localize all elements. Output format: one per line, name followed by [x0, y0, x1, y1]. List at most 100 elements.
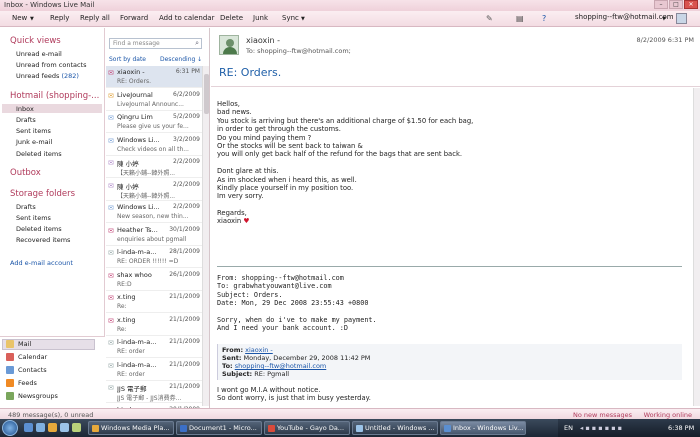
sender-name[interactable]: xiaoxin - [246, 36, 280, 45]
quicklaunch-icon[interactable] [72, 423, 81, 432]
arrow-down-icon[interactable]: ↓ [197, 56, 202, 63]
taskbar-button[interactable]: Windows Media Pla... [88, 421, 174, 435]
message-from: xiaoxin - [117, 68, 145, 76]
message-subject: RE: order [117, 370, 145, 378]
list-item[interactable]: ✉ l-inda-m-a... 21/1/2009 RE: order [106, 359, 202, 381]
account-button[interactable]: shopping--ftw@hotmail.com [575, 13, 674, 21]
list-item[interactable]: ✉ Windows Li... 3/2/2009 Check videos on al… [106, 134, 202, 156]
chevron-down-icon[interactable]: ▼ [30, 16, 34, 22]
envelope-icon: ✉ [108, 271, 114, 280]
envelope-icon: ✉ [108, 136, 114, 145]
storage-folders-heading[interactable]: Storage folders [10, 189, 75, 199]
folder-inbox[interactable]: Inbox [16, 105, 34, 113]
format-icon[interactable]: ▤ [516, 14, 524, 23]
sort-direction-toggle[interactable]: Descending [160, 56, 195, 63]
quoted-from-link[interactable]: xiaoxin - [245, 346, 273, 354]
quick-view-unread-email[interactable]: Unread e-mail [16, 50, 62, 58]
hotmail-account-heading[interactable]: Hotmail (shopping-... [10, 91, 99, 101]
sort-by-dropdown[interactable]: Sort by date [109, 56, 146, 63]
message-from: l-inda-m-a... [117, 248, 157, 256]
nav-mail[interactable]: Mail [6, 340, 31, 348]
nav-calendar[interactable]: Calendar [6, 353, 47, 361]
add-email-account-link[interactable]: Add e-mail account [10, 259, 73, 267]
start-button[interactable] [2, 420, 18, 436]
outbox-heading[interactable]: Outbox [10, 168, 41, 178]
help-icon[interactable]: ? [542, 14, 546, 23]
nav-newsgroups[interactable]: Newsgroups [6, 392, 58, 400]
list-item[interactable]: ✉ Qingru Lim 5/2/2009 Please give us your f… [106, 111, 202, 133]
nav-feeds[interactable]: Feeds [6, 379, 37, 387]
chevron-down-icon[interactable]: ▼ [301, 16, 305, 22]
list-item[interactable]: ✉ Windows Li... 2/2/2009 New season, new th… [106, 201, 202, 223]
folder-junk[interactable]: Junk e-mail [16, 138, 52, 146]
list-scrollbar[interactable] [202, 66, 209, 406]
message-subject: Check videos on all th... [117, 145, 189, 153]
message-date: 21/1/2009 [169, 315, 200, 323]
reading-scrollbar[interactable] [693, 88, 700, 406]
nav-contacts[interactable]: Contacts [6, 366, 47, 374]
taskbar-button[interactable]: Document1 - Micro... [176, 421, 262, 435]
message-date: 5/2/2009 [173, 113, 200, 120]
folder-sent[interactable]: Sent items [16, 127, 51, 135]
folder-deleted[interactable]: Deleted items [16, 150, 62, 158]
folder-drafts[interactable]: Drafts [16, 116, 36, 124]
junk-button[interactable]: Junk [253, 14, 268, 22]
app-icon [444, 425, 451, 432]
list-item[interactable]: ✉ l-inda-m-a... 28/1/2009 RE: ORDER !!!!!! … [106, 246, 202, 268]
list-item[interactable]: ✉ JJS 電子郵 21/1/2009 JJS 電子郵 - JJS消費券... [106, 381, 202, 403]
message-subject: RE: Orders. [219, 66, 282, 79]
new-button[interactable]: New [12, 14, 27, 22]
taskbar-button[interactable]: Inbox - Windows Liv... [440, 421, 526, 435]
list-item[interactable]: ✉ Heather Ts... 30/1/2009 enquiries about p… [106, 224, 202, 246]
search-input[interactable]: Find a message ⌕ [109, 38, 202, 49]
reply-all-button[interactable]: Reply all [80, 14, 110, 22]
list-item[interactable]: ✉ 陳 小婷 2/2/2009 【天籟小鋪--韓外照... [106, 156, 202, 178]
online-status[interactable]: Working online [644, 411, 692, 419]
message-from: LiveJournal [117, 90, 153, 99]
taskbar-button[interactable]: YouTube - Gayo Da... [264, 421, 350, 435]
storage-drafts[interactable]: Drafts [16, 203, 36, 211]
quick-views-heading[interactable]: Quick views [10, 36, 61, 46]
quick-view-unread-feeds[interactable]: Unread feeds (282) [16, 72, 79, 80]
bottom-nav: Mail Calendar Contacts Feeds Newsgroups [0, 336, 105, 408]
list-scroll-thumb[interactable] [204, 74, 209, 114]
message-from: x.ting [117, 293, 136, 301]
add-to-calendar-button[interactable]: Add to calendar [159, 14, 214, 22]
internet-explorer-icon[interactable] [36, 423, 45, 432]
language-indicator[interactable]: EN [564, 424, 573, 432]
quoted-to-link[interactable]: shopping--ftw@hotmail.com [235, 362, 327, 370]
delete-button[interactable]: Delete [220, 14, 243, 22]
list-item[interactable]: ✉ 陳 小婷 2/2/2009 【天籟小鋪--韓外照... [106, 179, 202, 201]
text-line: Dont glare at this. [217, 167, 279, 176]
reply-button[interactable]: Reply [50, 14, 69, 22]
storage-sent[interactable]: Sent items [16, 214, 51, 222]
envelope-icon: ✉ [108, 384, 114, 392]
storage-recovered[interactable]: Recovered items [16, 236, 70, 244]
message-date: 21/1/2009 [169, 293, 200, 300]
minimize-button[interactable]: – [654, 0, 668, 9]
show-desktop-icon[interactable] [24, 423, 33, 432]
media-icon[interactable] [48, 423, 57, 432]
clock[interactable]: 6:38 PM [668, 424, 694, 432]
app-icon [268, 425, 275, 432]
switch-windows-icon[interactable] [60, 423, 69, 432]
taskbar-button[interactable]: Untitled - Windows ... [352, 421, 438, 435]
forward-button[interactable]: Forward [120, 14, 148, 22]
maximize-button[interactable]: □ [669, 0, 683, 9]
list-item[interactable]: ✉ shax whoo 26/1/2009 RE:D [106, 269, 202, 291]
user-avatar-icon[interactable] [676, 13, 687, 24]
list-item[interactable]: ✉ LiveJournal 6/2/2009 LiveJournal Announc.… [106, 89, 202, 111]
quick-view-unread-contacts[interactable]: Unread from contacts [16, 61, 86, 69]
signature: xiaoxin ♥ [217, 217, 250, 226]
search-icon[interactable]: ⌕ [195, 39, 199, 48]
storage-deleted[interactable]: Deleted items [16, 225, 62, 233]
list-item[interactable]: ✉ x.ting 21/1/2009 Re: [106, 314, 202, 336]
sync-button[interactable]: Sync [282, 14, 299, 22]
tray-icons[interactable]: ◂ ▪ ▪ ▪ ▪ ▪ ▪ [580, 424, 622, 432]
list-item[interactable]: ✉ xiaoxin - 6:31 PM RE: Orders. [106, 66, 202, 88]
list-item[interactable]: ✉ l-inda-m-a... 21/1/2009 RE: order [106, 336, 202, 358]
pen-icon[interactable]: ✎ [486, 14, 493, 23]
list-item[interactable]: ✉ x.ting 21/1/2009 Re: [106, 291, 202, 313]
close-button[interactable]: ✕ [684, 0, 698, 9]
chevron-down-icon[interactable]: ▼ [662, 16, 666, 22]
